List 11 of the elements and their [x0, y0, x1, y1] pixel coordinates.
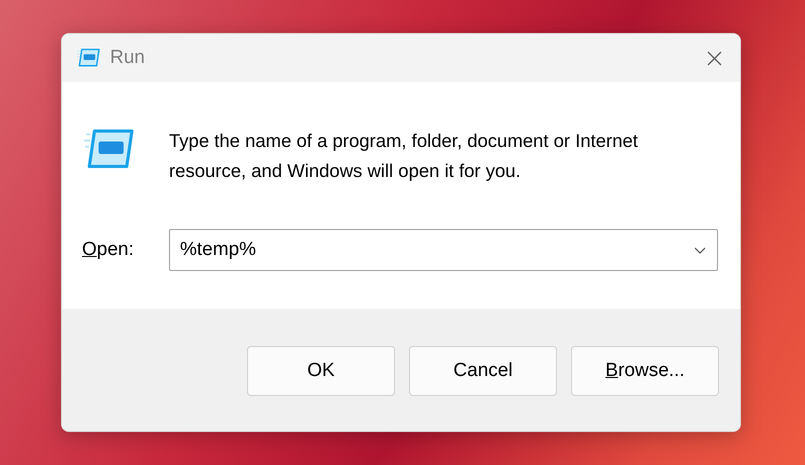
instruction-text: Type the name of a program, folder, document or Internet resource, and Windows will open it for you.	[169, 129, 639, 183]
dialog-button[interactable]: OK	[247, 346, 395, 396]
dialog-button[interactable]: Cancel	[409, 346, 557, 396]
run-app-icon	[76, 48, 100, 68]
dialog-button[interactable]: Browse...	[571, 346, 719, 396]
chevron-down-icon[interactable]	[694, 247, 706, 254]
close-icon[interactable]	[707, 50, 722, 66]
run-app-icon	[82, 128, 134, 170]
open-label: Open:	[82, 239, 135, 261]
window-title: Run	[110, 47, 146, 69]
open-combo-field[interactable]: %temp%	[169, 229, 718, 271]
